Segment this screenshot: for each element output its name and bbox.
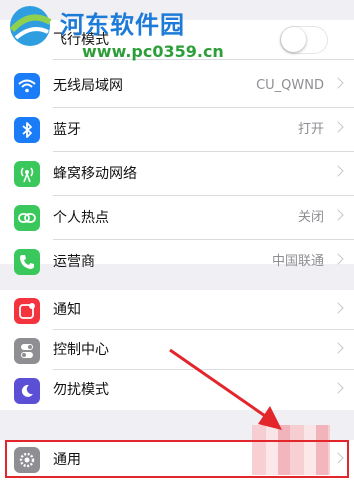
watermark-logo: [9, 6, 52, 46]
watermark-title: 河东软件园: [60, 10, 185, 39]
watermark-url: www.pc0359.cn: [82, 42, 224, 61]
annotation-arrow: [169, 348, 282, 430]
